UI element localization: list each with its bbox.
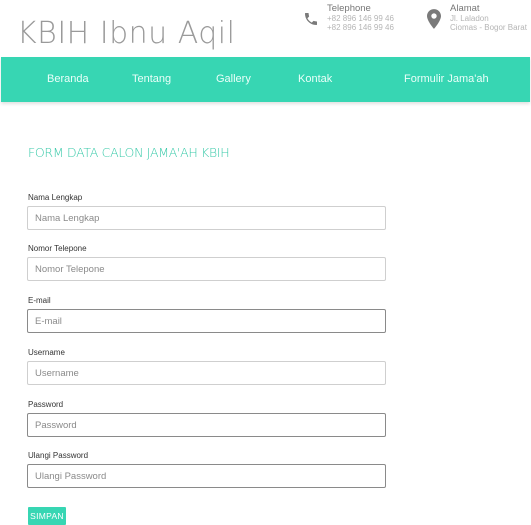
label-email: E-mail	[28, 296, 51, 305]
password-input[interactable]	[27, 413, 386, 437]
nav-item-formulir[interactable]: Formulir Jama'ah	[404, 73, 489, 85]
address-line-2: Ciomas - Bogor Barat	[450, 23, 527, 32]
map-pin-icon	[423, 4, 445, 34]
contact-phone: Telephone +82 896 146 99 46 +82 896 146 …	[300, 4, 394, 34]
label-nomor-telepone: Nomor Telepone	[28, 244, 87, 253]
label-nama-lengkap: Nama Lengkap	[28, 193, 83, 202]
label-ulangi-password: Ulangi Password	[28, 451, 89, 460]
username-input[interactable]	[27, 361, 386, 385]
ulangi-password-input[interactable]	[27, 464, 386, 488]
form-title: FORM DATA CALON JAMA'AH KBIH	[28, 145, 230, 160]
address-line-1: Jl. Laladon	[450, 14, 489, 23]
address-title: Alamat	[450, 3, 480, 14]
nav-item-gallery[interactable]: Gallery	[216, 73, 251, 85]
nav-item-tentang[interactable]: Tentang	[132, 73, 171, 85]
nomor-telepone-input[interactable]	[27, 257, 386, 281]
label-username: Username	[28, 348, 65, 357]
site-logo[interactable]: KBIH Ibnu Aqil	[17, 16, 235, 51]
phone-line-1: +82 896 146 99 46	[327, 14, 394, 23]
simpan-button[interactable]: SIMPAN	[28, 507, 66, 525]
nav-item-beranda[interactable]: Beranda	[47, 73, 89, 85]
label-password: Password	[28, 400, 64, 409]
nav-item-kontak[interactable]: Kontak	[298, 73, 332, 85]
phone-title: Telephone	[327, 3, 371, 14]
phone-icon	[300, 4, 322, 34]
nama-lengkap-input[interactable]	[27, 206, 386, 230]
phone-line-2: +82 896 146 99 46	[327, 23, 394, 32]
contact-address: Alamat Jl. Laladon Ciomas - Bogor Barat	[423, 4, 527, 34]
main-navbar: Beranda Tentang Gallery Kontak Formulir …	[1, 57, 530, 102]
email-input[interactable]	[27, 309, 386, 333]
